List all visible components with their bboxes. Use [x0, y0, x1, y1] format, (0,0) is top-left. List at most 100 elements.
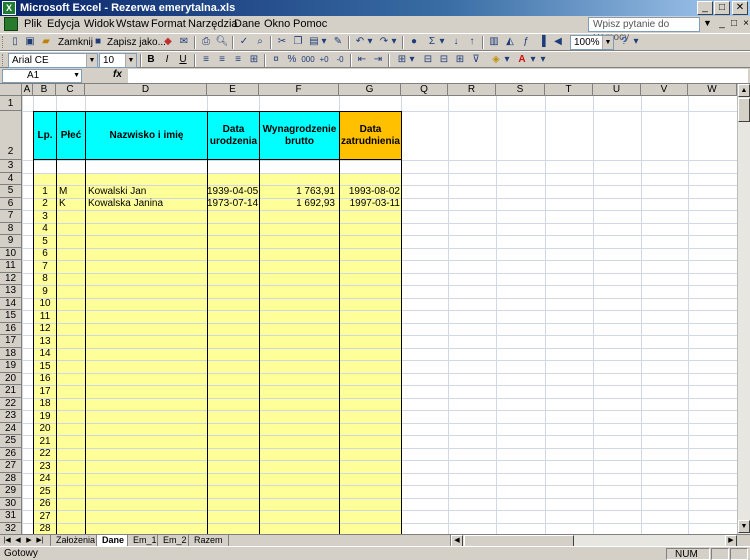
save-as-button-label[interactable]: Zapisz jako... [107, 36, 166, 49]
merge-center-icon[interactable]: ⊞ [246, 53, 262, 67]
name-box[interactable]: A1 ▼ [2, 69, 82, 83]
select-all-corner[interactable] [0, 84, 22, 96]
first-sheet-icon[interactable]: |◀ [2, 536, 12, 546]
cell-lp[interactable]: 10 [33, 298, 57, 310]
row-header-26[interactable]: 26 [0, 447, 22, 460]
cell-lp[interactable]: 7 [33, 261, 57, 273]
spelling-icon[interactable]: ✓ [236, 35, 252, 49]
borders-extra-icon[interactable]: ⊞ [452, 53, 468, 67]
row-header-32[interactable]: 32 [0, 522, 22, 534]
cell-lp[interactable]: 9 [33, 286, 57, 298]
scroll-down-icon[interactable]: ▼ [738, 520, 750, 533]
cell-lp[interactable]: 16 [33, 373, 57, 385]
menu-dane[interactable]: Dane [234, 18, 260, 31]
align-left-icon[interactable]: ≡ [198, 53, 214, 67]
row-header-20[interactable]: 20 [0, 372, 22, 385]
cell-lp[interactable]: 24 [33, 473, 57, 485]
header-nazwisko[interactable]: Nazwisko i imię [85, 111, 208, 160]
doc-restore-button[interactable]: □ [728, 17, 740, 31]
cell-lp[interactable]: 18 [33, 398, 57, 410]
fill-color-icon[interactable]: ◈ [488, 53, 504, 67]
row-header-17[interactable]: 17 [0, 335, 22, 348]
chevron-down-icon[interactable]: ▾ [529, 53, 537, 67]
print-preview-icon[interactable]: 🔍︎ [214, 35, 230, 49]
chevron-down-icon[interactable]: ▼ [703, 18, 712, 28]
column-header-a[interactable]: A [22, 84, 33, 96]
minimize-button[interactable]: _ [697, 1, 713, 15]
permission-icon[interactable]: ◆ [160, 35, 176, 49]
row-header-14[interactable]: 14 [0, 297, 22, 310]
menu-edycja[interactable]: Edycja [47, 18, 80, 31]
row-header-28[interactable]: 28 [0, 472, 22, 485]
column-header-e[interactable]: E [207, 84, 259, 96]
column-header-c[interactable]: C [56, 84, 85, 96]
folder-icon[interactable]: ▰ [38, 35, 54, 49]
cell-lp[interactable]: 8 [33, 273, 57, 285]
column-header-g[interactable]: G [339, 84, 401, 96]
cell-lp[interactable]: 15 [33, 361, 57, 373]
cell-hired[interactable]: 1997-03-11 [339, 198, 400, 210]
row-header-7[interactable]: 7 [0, 210, 22, 223]
cell-lp[interactable]: 20 [33, 423, 57, 435]
close-button-label[interactable]: Zamknij [58, 36, 93, 49]
align-right-icon[interactable]: ≡ [230, 53, 246, 67]
cell-born[interactable]: 1939-04-05 [207, 186, 258, 198]
chevron-down-icon[interactable]: ▾ [366, 35, 374, 49]
row-header-29[interactable]: 29 [0, 485, 22, 498]
chevron-down-icon[interactable]: ▼ [73, 70, 80, 82]
close-button[interactable]: ✕ [732, 1, 748, 15]
cut-icon[interactable]: ✂ [274, 35, 290, 49]
row-header-5[interactable]: 5 [0, 185, 22, 198]
header-data-zatrudnienia[interactable]: Data zatrudnienia [339, 111, 402, 160]
row-header-9[interactable]: 9 [0, 235, 22, 248]
row-header-27[interactable]: 27 [0, 460, 22, 473]
vertical-scrollbar[interactable]: ▲ ▼ [737, 84, 750, 534]
cell-lp[interactable]: 23 [33, 461, 57, 473]
font-select[interactable]: Arial CE ▼ [8, 53, 98, 68]
header-lp[interactable]: Lp. [33, 111, 57, 160]
menu-wstaw[interactable]: Wstaw [116, 18, 149, 31]
row-header-31[interactable]: 31 [0, 510, 22, 523]
prev-sheet-icon[interactable]: ◀ [13, 536, 23, 546]
chevron-down-icon[interactable]: ▾ [503, 53, 511, 67]
vertical-scroll-thumb[interactable] [738, 98, 750, 122]
save-icon[interactable]: ■ [90, 35, 106, 49]
cell-lp[interactable]: 22 [33, 448, 57, 460]
cell-salary[interactable]: 1 763,91 [259, 186, 335, 198]
toolbar-grip[interactable] [2, 36, 5, 48]
cell-plec[interactable]: K [59, 198, 66, 210]
header-data-urodzenia[interactable]: Data urodzenia [207, 111, 260, 160]
increase-decimal-icon[interactable]: +0 [316, 53, 332, 67]
cell-lp[interactable]: 19 [33, 411, 57, 423]
zoom-select[interactable]: 100% ▼ [570, 35, 614, 50]
decrease-indent-icon[interactable]: ⇤ [354, 53, 370, 67]
menu-okno[interactable]: Okno [264, 18, 290, 31]
row-header-13[interactable]: 13 [0, 285, 22, 298]
toolbar-options-icon[interactable]: ▾ [539, 53, 547, 67]
increase-indent-icon[interactable]: ⇥ [370, 53, 386, 67]
cell-name[interactable]: Kowalski Jan [88, 186, 146, 198]
print-icon[interactable]: ⎙ [198, 35, 214, 49]
column-header-u[interactable]: U [593, 84, 641, 96]
comma-style-icon[interactable]: 000 [300, 53, 316, 67]
cell-born[interactable]: 1973-07-14 [207, 198, 258, 210]
column-header-r[interactable]: R [448, 84, 496, 96]
column-header-t[interactable]: T [545, 84, 593, 96]
row-header-11[interactable]: 11 [0, 260, 22, 273]
cell-lp[interactable]: 11 [33, 311, 57, 323]
fx-icon[interactable]: fx [113, 69, 122, 80]
column-header-f[interactable]: F [259, 84, 339, 96]
font-color-icon[interactable]: A [514, 53, 530, 67]
drawing-icon[interactable]: ◭ [502, 35, 518, 49]
row-header-4[interactable]: 4 [0, 172, 22, 185]
cell-lp[interactable]: 6 [33, 248, 57, 260]
italic-icon[interactable]: I [159, 53, 175, 67]
cell-lp[interactable]: 21 [33, 436, 57, 448]
row-header-23[interactable]: 23 [0, 410, 22, 423]
doc-minimize-button[interactable]: _ [716, 17, 728, 31]
column-header-b[interactable]: B [33, 84, 56, 96]
research-icon[interactable]: ⌕ [252, 35, 268, 49]
toolbar-options-icon[interactable]: ▾ [632, 35, 640, 49]
menu-pomoc[interactable]: Pomoc [293, 18, 327, 31]
cell-lp[interactable]: 2 [33, 198, 57, 210]
